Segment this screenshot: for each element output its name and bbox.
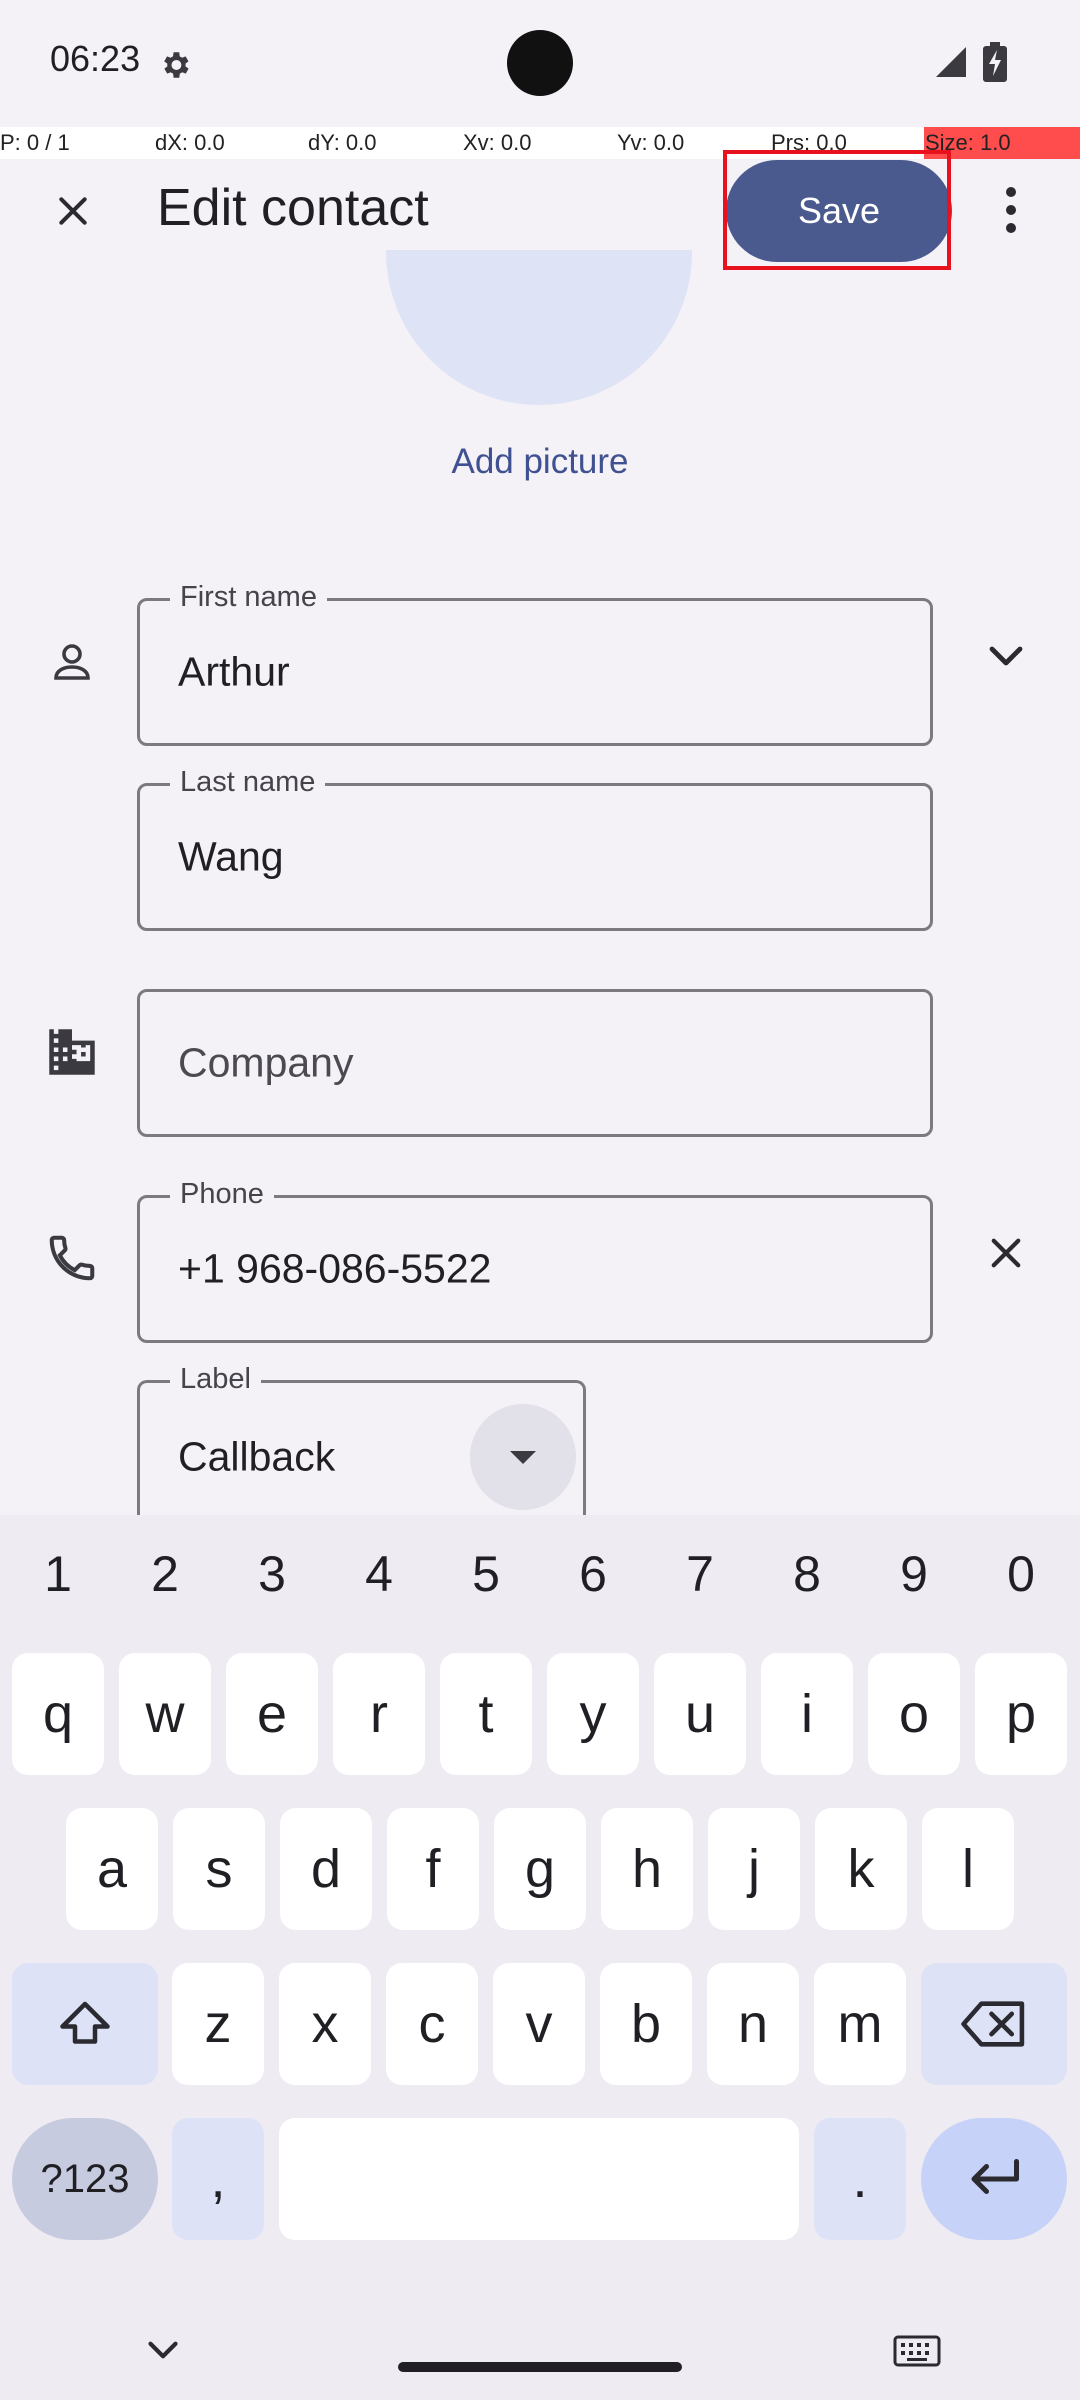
backspace-icon — [961, 2001, 1025, 2047]
key-n[interactable]: n — [707, 1963, 799, 2085]
close-icon — [53, 191, 93, 236]
last-name-field[interactable]: Last name Wang — [137, 762, 933, 931]
more-vert-icon — [1004, 185, 1018, 240]
phone-label: Phone — [170, 1174, 274, 1214]
home-indicator[interactable] — [398, 2362, 682, 2372]
soft-keyboard: 1234567890 qwertyuiop asdfghjkl zxcvbnm … — [0, 1515, 1080, 2400]
symbols-key[interactable]: ?123 — [12, 2118, 158, 2240]
enter-key[interactable] — [921, 2118, 1067, 2240]
key-4[interactable]: 4 — [339, 1545, 419, 1603]
keyboard-switch-button[interactable] — [893, 2335, 941, 2367]
key-o[interactable]: o — [868, 1653, 960, 1775]
person-icon — [42, 632, 102, 692]
avatar-placeholder[interactable] — [386, 250, 692, 405]
period-key[interactable]: . — [814, 2118, 906, 2240]
space-key[interactable] — [279, 2118, 799, 2240]
phone-type-dropdown[interactable]: Label Callback — [137, 1359, 586, 1515]
last-name-label: Last name — [170, 762, 326, 802]
key-y[interactable]: y — [547, 1653, 639, 1775]
phone-value: +1 968-086-5522 — [178, 1245, 492, 1292]
key-d[interactable]: d — [280, 1808, 372, 1930]
add-picture-link[interactable]: Add picture — [390, 442, 690, 482]
key-1[interactable]: 1 — [18, 1545, 98, 1603]
key-8[interactable]: 8 — [767, 1545, 847, 1603]
debug-dx: dX: 0.0 — [155, 130, 225, 155]
key-l[interactable]: l — [922, 1808, 1014, 1930]
signal-icon — [933, 44, 969, 80]
camera-cutout — [507, 30, 573, 96]
backspace-key[interactable] — [921, 1963, 1067, 2085]
key-b[interactable]: b — [600, 1963, 692, 2085]
debug-dy: dY: 0.0 — [308, 130, 377, 155]
more-options-button[interactable] — [985, 180, 1037, 244]
comma-key[interactable]: , — [172, 2118, 264, 2240]
key-m[interactable]: m — [814, 1963, 906, 2085]
debug-yv: Yv: 0.0 — [617, 130, 685, 155]
save-highlight-box — [723, 150, 951, 270]
key-0[interactable]: 0 — [981, 1545, 1061, 1603]
phone-field[interactable]: Phone +1 968-086-5522 — [137, 1174, 933, 1343]
key-s[interactable]: s — [173, 1808, 265, 1930]
first-name-value: Arthur — [178, 648, 290, 695]
key-j[interactable]: j — [708, 1808, 800, 1930]
debug-xv: Xv: 0.0 — [463, 130, 532, 155]
key-u[interactable]: u — [654, 1653, 746, 1775]
shift-icon — [60, 2001, 110, 2044]
first-name-field[interactable]: First name Arthur — [137, 577, 933, 746]
key-p[interactable]: p — [975, 1653, 1067, 1775]
key-9[interactable]: 9 — [874, 1545, 954, 1603]
debug-pointer: P: 0 / 1 — [0, 130, 70, 155]
key-g[interactable]: g — [494, 1808, 586, 1930]
key-q[interactable]: q — [12, 1653, 104, 1775]
company-field[interactable]: Company — [137, 989, 933, 1137]
status-time: 06:23 — [50, 38, 141, 79]
shift-key[interactable] — [12, 1963, 158, 2085]
key-k[interactable]: k — [815, 1808, 907, 1930]
keyboard-icon — [893, 2335, 941, 2367]
key-6[interactable]: 6 — [553, 1545, 633, 1603]
gear-icon — [158, 48, 192, 82]
key-v[interactable]: v — [493, 1963, 585, 2085]
key-h[interactable]: h — [601, 1808, 693, 1930]
chevron-down-icon — [148, 2341, 178, 2359]
close-button[interactable] — [38, 178, 108, 248]
dropdown-arrow-button[interactable] — [470, 1404, 576, 1510]
arrow-drop-down-icon — [510, 1451, 536, 1464]
key-7[interactable]: 7 — [660, 1545, 740, 1603]
key-r[interactable]: r — [333, 1653, 425, 1775]
business-icon — [42, 1022, 102, 1082]
key-f[interactable]: f — [387, 1808, 479, 1930]
remove-phone-button[interactable] — [976, 1223, 1036, 1283]
phone-icon — [42, 1228, 102, 1288]
hide-keyboard-button[interactable] — [138, 2335, 188, 2365]
key-i[interactable]: i — [761, 1653, 853, 1775]
page-title: Edit contact — [157, 179, 429, 237]
key-5[interactable]: 5 — [446, 1545, 526, 1603]
key-c[interactable]: c — [386, 1963, 478, 2085]
key-w[interactable]: w — [119, 1653, 211, 1775]
phone-type-label: Label — [170, 1359, 261, 1399]
company-placeholder: Company — [178, 1039, 354, 1086]
battery-icon — [983, 42, 1007, 82]
key-a[interactable]: a — [66, 1808, 158, 1930]
key-e[interactable]: e — [226, 1653, 318, 1775]
key-t[interactable]: t — [440, 1653, 532, 1775]
key-3[interactable]: 3 — [232, 1545, 312, 1603]
enter-icon — [971, 2159, 1019, 2194]
key-x[interactable]: x — [279, 1963, 371, 2085]
first-name-label: First name — [170, 577, 327, 617]
expand-name-button[interactable] — [976, 625, 1036, 685]
key-2[interactable]: 2 — [125, 1545, 205, 1603]
phone-type-value: Callback — [178, 1433, 336, 1480]
key-z[interactable]: z — [172, 1963, 264, 2085]
last-name-value: Wang — [178, 833, 284, 880]
